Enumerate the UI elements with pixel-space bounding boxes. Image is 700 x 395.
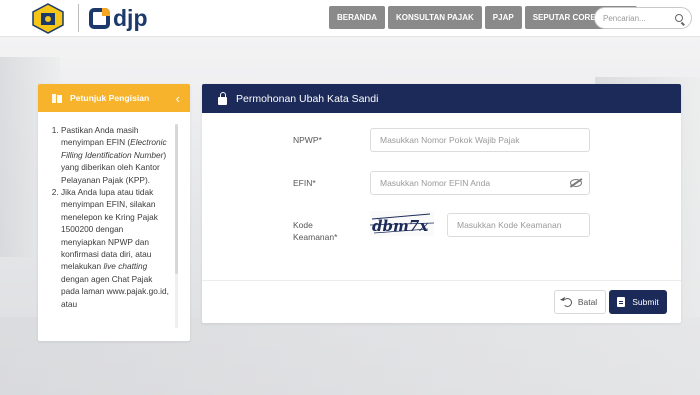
captcha-label-line1: Kode xyxy=(293,220,313,230)
captcha-label-line2: Keamanan* xyxy=(293,232,338,242)
logo-divider xyxy=(78,4,79,32)
captcha-label: Kode Keamanan* xyxy=(293,219,337,243)
book-icon xyxy=(52,93,63,103)
lock-icon xyxy=(218,91,227,105)
captcha-text: dbm7x xyxy=(372,217,429,235)
captcha-placeholder: Masukkan Kode Keamanan xyxy=(457,220,562,230)
main-nav: BERANDA KONSULTAN PAJAK PJAP SEPUTAR COR… xyxy=(329,6,637,29)
search-input[interactable]: Pencarian... xyxy=(594,7,692,29)
file-icon xyxy=(617,297,626,307)
change-password-form: Permohonan Ubah Kata Sandi NPWP* Masukka… xyxy=(202,84,681,323)
captcha-field[interactable]: Masukkan Kode Keamanan xyxy=(447,213,590,237)
search-icon[interactable] xyxy=(675,14,683,22)
npwp-placeholder: Masukkan Nomor Pokok Wajib Pajak xyxy=(380,135,520,145)
instructions-panel: Petunjuk Pengisian ‹ Pastikan Anda masih… xyxy=(38,84,190,341)
efin-label: EFIN* xyxy=(293,178,316,188)
npwp-label: NPWP* xyxy=(293,135,322,145)
instructions-header: Petunjuk Pengisian ‹ xyxy=(38,84,190,112)
instructions-list: Pastikan Anda masih menyimpan EFIN (Elec… xyxy=(46,124,170,310)
submit-button[interactable]: Submit xyxy=(609,290,667,314)
djp-brand-text: djp xyxy=(113,4,148,31)
efin-field[interactable]: Masukkan Nomor EFIN Anda xyxy=(370,171,590,195)
form-footer-divider xyxy=(202,280,681,281)
nav-pjap[interactable]: PJAP xyxy=(484,6,522,29)
form-header: Permohonan Ubah Kata Sandi xyxy=(202,84,681,113)
chevron-left-icon[interactable]: ‹ xyxy=(176,92,180,105)
cancel-button[interactable]: Batal xyxy=(554,290,606,314)
eye-slash-icon[interactable] xyxy=(570,179,582,187)
top-header: djp BERANDA KONSULTAN PAJAK PJAP SEPUTAR… xyxy=(0,0,700,37)
form-title: Permohonan Ubah Kata Sandi xyxy=(236,92,379,105)
captcha-image: dbm7x xyxy=(370,211,434,236)
instruction-item: Jika Anda lupa atau tidak menyimpan EFIN… xyxy=(61,186,170,310)
instructions-title: Petunjuk Pengisian xyxy=(70,93,150,103)
instructions-body: Pastikan Anda masih menyimpan EFIN (Elec… xyxy=(46,124,180,334)
djp-logo[interactable]: djp xyxy=(89,4,148,32)
npwp-field[interactable]: Masukkan Nomor Pokok Wajib Pajak xyxy=(370,128,590,152)
undo-icon xyxy=(562,297,572,307)
instruction-item: Pastikan Anda masih menyimpan EFIN (Elec… xyxy=(61,124,170,186)
search-placeholder: Pencarian... xyxy=(603,13,646,23)
efin-placeholder: Masukkan Nomor EFIN Anda xyxy=(380,178,491,188)
submit-label: Submit xyxy=(632,297,659,307)
cancel-label: Batal xyxy=(577,297,598,307)
nav-konsultan-pajak[interactable]: KONSULTAN PAJAK xyxy=(388,6,482,29)
djp-mark-icon xyxy=(89,7,110,29)
kemenkeu-logo[interactable] xyxy=(30,3,66,34)
nav-beranda[interactable]: BERANDA xyxy=(329,6,385,29)
